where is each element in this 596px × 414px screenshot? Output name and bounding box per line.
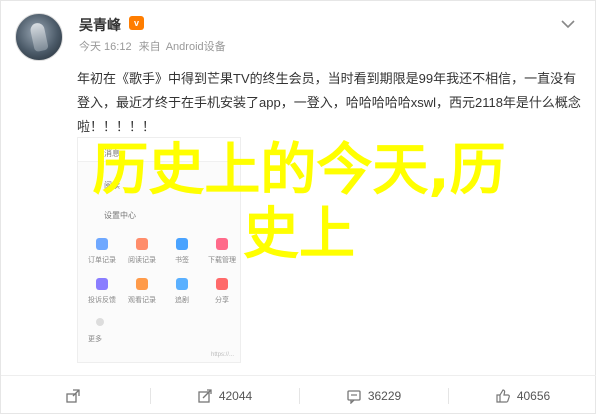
comment-count: 36229 [367,388,402,403]
share-button[interactable] [1,376,150,414]
image-more-label: 更多 [88,336,102,343]
post-text: 年初在《歌手》中得到芒果TV的终生会员，当时看到期限是99年我还不相信，一直没有… [77,71,581,134]
from-label: 来自 [138,41,161,53]
post-meta: 今天 16:12 来自 Android设备 [79,38,226,54]
action-bar: 42044 36229 40656 [1,375,596,414]
download-icon [216,238,228,250]
like-count: 40656 [516,388,551,403]
image-grid-label: 书签 [175,257,189,264]
repost-button[interactable]: 42044 [150,376,299,414]
thumbs-up-icon [496,388,510,403]
post-source[interactable]: Android设备 [166,41,226,53]
share-icon [216,278,228,290]
comment-icon [347,389,361,404]
comment-button[interactable]: 36229 [299,376,448,414]
reading-icon [136,238,148,250]
author-name[interactable]: 吴青峰 [79,15,121,35]
bookmark-icon [176,238,188,250]
feedback-icon [96,278,108,290]
image-grid-label: 阅读记录 [128,257,156,264]
image-grid-label: 追剧 [175,297,189,304]
share-icon [65,388,80,403]
image-grid-label: 订单记录 [88,257,116,264]
order-icon [96,238,108,250]
follow-icon [176,278,188,290]
post-time: 今天 16:12 [79,41,132,53]
like-button[interactable]: 40656 [448,376,596,414]
avatar[interactable] [15,13,63,61]
post-image[interactable]: 消息 阅读 设置中心 订单记录 阅读记录 书签 下载管理 投诉反馈 观看记录 追… [77,137,241,363]
image-grid-label: 下载管理 [208,257,236,264]
image-topbar [78,138,240,162]
image-grid-label: 观看记录 [128,297,156,304]
image-grid-label: 投诉反馈 [88,297,116,304]
image-menu-row: 设置中心 [104,211,136,220]
image-watermark: https://... [210,352,234,358]
repost-count: 42044 [218,388,253,403]
more-icon [96,318,104,326]
image-menu-row: 阅读 [104,181,120,190]
weibo-post-card: 吴青峰 v 今天 16:12 来自 Android设备 年初在《歌手》中得到芒果… [0,0,596,414]
image-grid-label: 分享 [215,297,229,304]
history-icon [136,278,148,290]
verified-badge: v [129,16,144,30]
repost-icon [198,388,212,403]
chevron-down-icon[interactable] [559,15,577,33]
image-menu-row: 消息 [104,149,120,158]
